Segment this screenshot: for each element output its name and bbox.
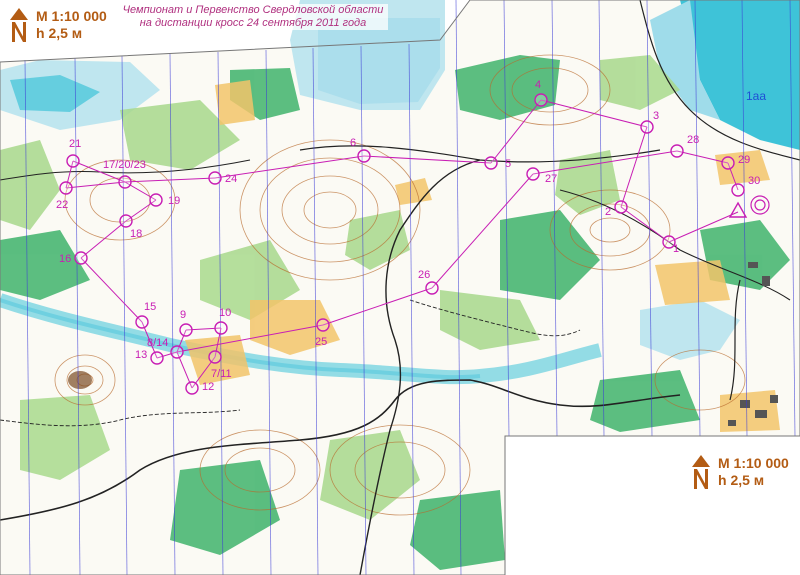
control-circle [731, 183, 745, 197]
scale-box-bottom: M 1:10 000 h 2,5 м [690, 455, 795, 495]
control-circle [214, 321, 228, 335]
control-number: 24 [225, 173, 237, 185]
control-circle [118, 175, 132, 189]
control-circle [670, 144, 684, 158]
contour-interval-text: h 2,5 м [718, 472, 765, 488]
control-number: 17/20/23 [103, 159, 146, 171]
control-number: 28 [687, 134, 699, 146]
control-number: 6 [350, 137, 356, 149]
control-number: 1 [673, 243, 679, 255]
control-number: 7/11 [211, 368, 232, 380]
control-circle [721, 156, 735, 170]
control-number: 30 [748, 175, 760, 187]
control-circle [119, 214, 133, 228]
control-circle [526, 167, 540, 181]
control-number: 8/14 [147, 337, 168, 349]
control-circle [534, 93, 548, 107]
scale-text: M 1:10 000 [718, 455, 789, 471]
control-number: 22 [56, 199, 68, 211]
scale-text: M 1:10 000 [36, 8, 107, 24]
control-number: 3 [653, 110, 659, 122]
control-circle [66, 154, 80, 168]
control-number: 15 [144, 301, 156, 313]
control-circle [59, 181, 73, 195]
contour-interval-text: h 2,5 м [36, 25, 83, 41]
control-number: 27 [545, 173, 557, 185]
control-number: 21 [69, 138, 81, 150]
control-number: 9 [180, 309, 186, 321]
control-number: 16 [59, 253, 71, 265]
control-circle [170, 345, 184, 359]
hill-summit [68, 371, 92, 389]
control-circle [149, 193, 163, 207]
control-circle [357, 149, 371, 163]
map-title-line2: на дистанции кросс 24 сентября 2011 года [139, 17, 367, 29]
map-title-line1: Чемпионат и Первенство Свердловской обла… [122, 4, 384, 16]
control-number: 29 [738, 154, 750, 166]
control-circle [425, 281, 439, 295]
scale-box-top: M 1:10 000 h 2,5 м [8, 8, 118, 48]
control-number: 2 [605, 206, 611, 218]
control-circle [208, 171, 222, 185]
north-arrow-icon [10, 8, 28, 42]
map-label-1aa: 1aa [746, 89, 766, 103]
control-number: 13 [135, 349, 147, 361]
lake-upper-hatch [318, 18, 440, 104]
control-number: 10 [219, 307, 231, 319]
control-circle [316, 318, 330, 332]
control-circle [614, 200, 628, 214]
orienteering-map: 1234567/118/149 101213151617/20/231819212… [0, 0, 800, 575]
control-number: 25 [315, 336, 327, 348]
control-circle [150, 351, 164, 365]
control-circle [74, 251, 88, 265]
map-title: Чемпионат и Первенство Свердловской обла… [118, 4, 388, 30]
control-circle [484, 156, 498, 170]
control-circle [179, 323, 193, 337]
control-circle [640, 120, 654, 134]
control-number: 18 [130, 228, 142, 240]
control-circle [208, 350, 222, 364]
control-circle [185, 381, 199, 395]
control-number: 5 [505, 158, 511, 170]
control-number: 26 [418, 269, 430, 281]
control-number: 12 [202, 381, 214, 393]
control-circle [135, 315, 149, 329]
control-number: 4 [535, 79, 541, 91]
control-number: 19 [168, 195, 180, 207]
north-arrow-icon [692, 455, 710, 489]
